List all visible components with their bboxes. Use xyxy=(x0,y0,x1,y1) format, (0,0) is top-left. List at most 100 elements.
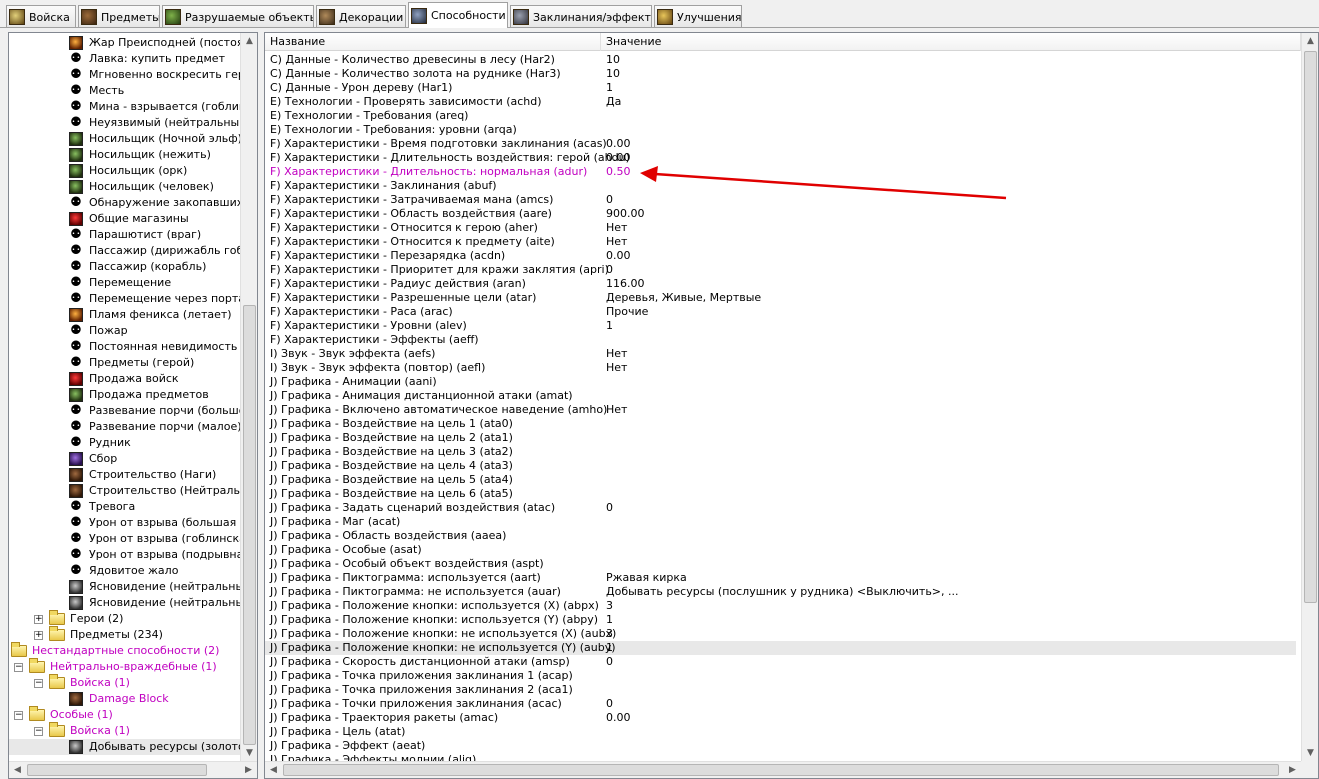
tree-folder-heroes[interactable]: + Герои (2) xyxy=(9,610,241,627)
tab-destructibles[interactable]: Разрушаемые объекты xyxy=(162,5,314,28)
grid-row[interactable]: J) Графика - Воздействие на цель 5 (ata4… xyxy=(265,473,1296,487)
tree-item[interactable]: ⚉ Пожар xyxy=(9,323,241,339)
field-value[interactable]: 0 xyxy=(606,697,613,711)
grid-row[interactable]: J) Графика - Положение кнопки: не исполь… xyxy=(265,627,1296,641)
tree-item[interactable]: ⚉ Предметы (герой) xyxy=(9,355,241,371)
object-tree[interactable]: Жар Преисподней (постоянно ⚉ Лавка: купить… xyxy=(8,32,258,779)
field-value[interactable]: Нет xyxy=(606,347,627,361)
collapse-toggle[interactable]: − xyxy=(34,679,43,688)
tree-item-gather-resources[interactable]: Добывать ресурсы (золото и xyxy=(9,739,255,755)
field-value[interactable]: Да xyxy=(606,95,621,109)
tree-item[interactable]: ⚉ Урон от взрыва (подрывная б xyxy=(9,547,257,563)
grid-row[interactable]: J) Графика - Цель (atat) xyxy=(265,725,1296,739)
grid-row[interactable]: F) Характеристики - Заклинания (abuf) xyxy=(265,179,1296,193)
grid-row[interactable]: J) Графика - Эффект (aeat) xyxy=(265,739,1296,753)
grid-row[interactable]: I) Звук - Звук эффекта (aefs) Нет xyxy=(265,347,1296,361)
tree-folder-items[interactable]: + Предметы (234) xyxy=(9,626,241,643)
field-value[interactable]: 10 xyxy=(606,53,620,67)
grid-row[interactable]: E) Технологии - Требования: уровни (arqa… xyxy=(265,123,1296,137)
tree-item[interactable]: ⚉ Развевание порчи (большое) xyxy=(9,403,256,419)
tab-abilities[interactable]: Способности xyxy=(408,2,508,28)
tab-units[interactable]: Войска xyxy=(6,5,76,28)
tree-item[interactable]: Ясновидение (нейтральный 1) xyxy=(9,579,257,595)
scroll-down-arrow[interactable]: ▼ xyxy=(1302,745,1318,762)
column-header-name[interactable]: Название xyxy=(265,33,601,51)
grid-row[interactable]: J) Графика - Точка приложения заклинания… xyxy=(265,683,1296,697)
field-value[interactable]: 116.00 xyxy=(606,277,645,291)
tree-folder-neutral-units[interactable]: − Войска (1) xyxy=(9,674,241,691)
expand-toggle[interactable]: + xyxy=(34,615,43,624)
tree-item[interactable]: ⚉ Неуязвимый (нейтральный) xyxy=(9,115,250,131)
field-value[interactable]: 1 xyxy=(606,613,613,627)
scroll-left-arrow[interactable]: ◀ xyxy=(265,762,282,778)
tree-folder-neutral-hostile[interactable]: − Нейтрально-враждебные (1) xyxy=(9,658,241,675)
tree-item[interactable]: ⚉ Рудник xyxy=(9,435,241,451)
collapse-toggle[interactable]: − xyxy=(14,663,23,672)
tree-item[interactable]: ⚉ Тревога xyxy=(9,499,241,515)
tree-item[interactable]: ⚉ Постоянная невидимость xyxy=(9,339,241,355)
field-value[interactable]: 0.00 xyxy=(606,151,631,165)
collapse-toggle[interactable]: − xyxy=(34,727,43,736)
grid-row[interactable]: J) Графика - Особый объект воздействия (… xyxy=(265,557,1296,571)
field-value[interactable]: 3 xyxy=(606,599,613,613)
grid-row[interactable]: F) Характеристики - Уровни (alev) 1 xyxy=(265,319,1296,333)
grid-row[interactable]: J) Графика - Воздействие на цель 4 (ata3… xyxy=(265,459,1296,473)
grid-row[interactable]: J) Графика - Воздействие на цель 1 (ata0… xyxy=(265,417,1296,431)
scroll-right-arrow[interactable]: ▶ xyxy=(240,762,257,778)
grid-row[interactable]: F) Характеристики - Перезарядка (acdn) 0.… xyxy=(265,249,1296,263)
tree-item[interactable]: ⚉ Обнаружение закопавшихся ( xyxy=(9,195,257,211)
field-value[interactable]: 1 xyxy=(606,641,613,655)
field-value[interactable]: 900.00 xyxy=(606,207,645,221)
tree-item[interactable]: ⚉ Развевание порчи (малое) xyxy=(9,419,241,435)
scroll-left-arrow[interactable]: ◀ xyxy=(9,762,26,778)
grid-row[interactable]: F) Характеристики - Эффекты (aeff) xyxy=(265,333,1296,347)
tree-vertical-scrollbar[interactable]: ▲ ▼ xyxy=(240,33,257,762)
tree-item[interactable]: ⚉ Урон от взрыва (большая ми xyxy=(9,515,255,531)
field-value[interactable]: 0 xyxy=(606,655,613,669)
tab-buffs[interactable]: Заклинания/эффекты xyxy=(510,5,652,28)
grid-row[interactable]: J) Графика - Воздействие на цель 2 (ata1… xyxy=(265,431,1296,445)
field-value[interactable]: 0 xyxy=(606,501,613,515)
grid-row[interactable]: J) Графика - Особые (asat) xyxy=(265,543,1296,557)
field-value[interactable]: Прочие xyxy=(606,305,648,319)
grid-row[interactable]: E) Технологии - Проверять зависимости (a… xyxy=(265,95,1296,109)
tab-doodads[interactable]: Декорации xyxy=(316,5,406,28)
field-value[interactable]: 0.00 xyxy=(606,249,631,263)
scroll-thumb[interactable] xyxy=(1304,51,1317,603)
grid-row[interactable]: C) Данные - Урон дереву (Har1) 1 xyxy=(265,81,1296,95)
grid-row[interactable]: J) Графика - Скорость дистанционной атак… xyxy=(265,655,1296,669)
scroll-thumb[interactable] xyxy=(27,764,207,776)
tree-item[interactable]: Продажа предметов xyxy=(9,387,241,403)
scroll-thumb[interactable] xyxy=(283,764,1279,776)
collapse-toggle[interactable]: − xyxy=(14,711,23,720)
tree-item[interactable]: Жар Преисподней (постоянно xyxy=(9,35,257,51)
grid-row[interactable]: J) Графика - Воздействие на цель 6 (ata5… xyxy=(265,487,1296,501)
tree-item-damage-block[interactable]: Damage Block xyxy=(9,691,241,707)
grid-row[interactable]: F) Характеристики - Относится к предмету… xyxy=(265,235,1296,249)
tree-item[interactable]: ⚉ Мина - взрывается (гоблинска xyxy=(9,99,257,115)
tree-item[interactable]: ⚉ Парашютист (враг) xyxy=(9,227,241,243)
grid-row[interactable]: J) Графика - Положение кнопки: используе… xyxy=(265,613,1296,627)
grid-row[interactable]: J) Графика - Точки приложения заклинания… xyxy=(265,697,1296,711)
grid-row[interactable]: E) Технологии - Требования (areq) xyxy=(265,109,1296,123)
field-value[interactable]: Добывать ресурсы (послушник у рудника) <… xyxy=(606,585,959,599)
grid-row[interactable]: F) Характеристики - Приоритет для кражи … xyxy=(265,263,1296,277)
grid-row[interactable]: F) Характеристики - Длительность воздейс… xyxy=(265,151,1296,165)
tree-item[interactable]: Пламя феникса (летает) xyxy=(9,307,241,323)
grid-row[interactable]: J) Графика - Положение кнопки: не исполь… xyxy=(265,641,1296,655)
field-value[interactable]: 1 xyxy=(606,81,613,95)
tree-folder-custom-abilities[interactable]: Нестандартные способности (2) xyxy=(9,642,241,659)
tree-item[interactable]: Ясновидение (нейтральный 2) xyxy=(9,595,257,611)
grid-row[interactable]: J) Графика - Траектория ракеты (amac) 0.0… xyxy=(265,711,1296,725)
grid-row[interactable]: J) Графика - Задать сценарий воздействия… xyxy=(265,501,1296,515)
field-value[interactable]: 0.00 xyxy=(606,711,631,725)
grid-row[interactable]: F) Характеристики - Область воздействия … xyxy=(265,207,1296,221)
grid-row[interactable]: J) Графика - Воздействие на цель 3 (ata2… xyxy=(265,445,1296,459)
tree-item[interactable]: ⚉ Лавка: купить предмет xyxy=(9,51,241,67)
tab-items[interactable]: Предметы xyxy=(78,5,160,28)
scroll-up-arrow[interactable]: ▲ xyxy=(1302,33,1318,50)
expand-toggle[interactable]: + xyxy=(34,631,43,640)
tree-item[interactable]: ⚉ Пассажир (корабль) xyxy=(9,259,241,275)
field-value[interactable]: Нет xyxy=(606,403,627,417)
field-value[interactable]: 0.50 xyxy=(606,165,631,179)
